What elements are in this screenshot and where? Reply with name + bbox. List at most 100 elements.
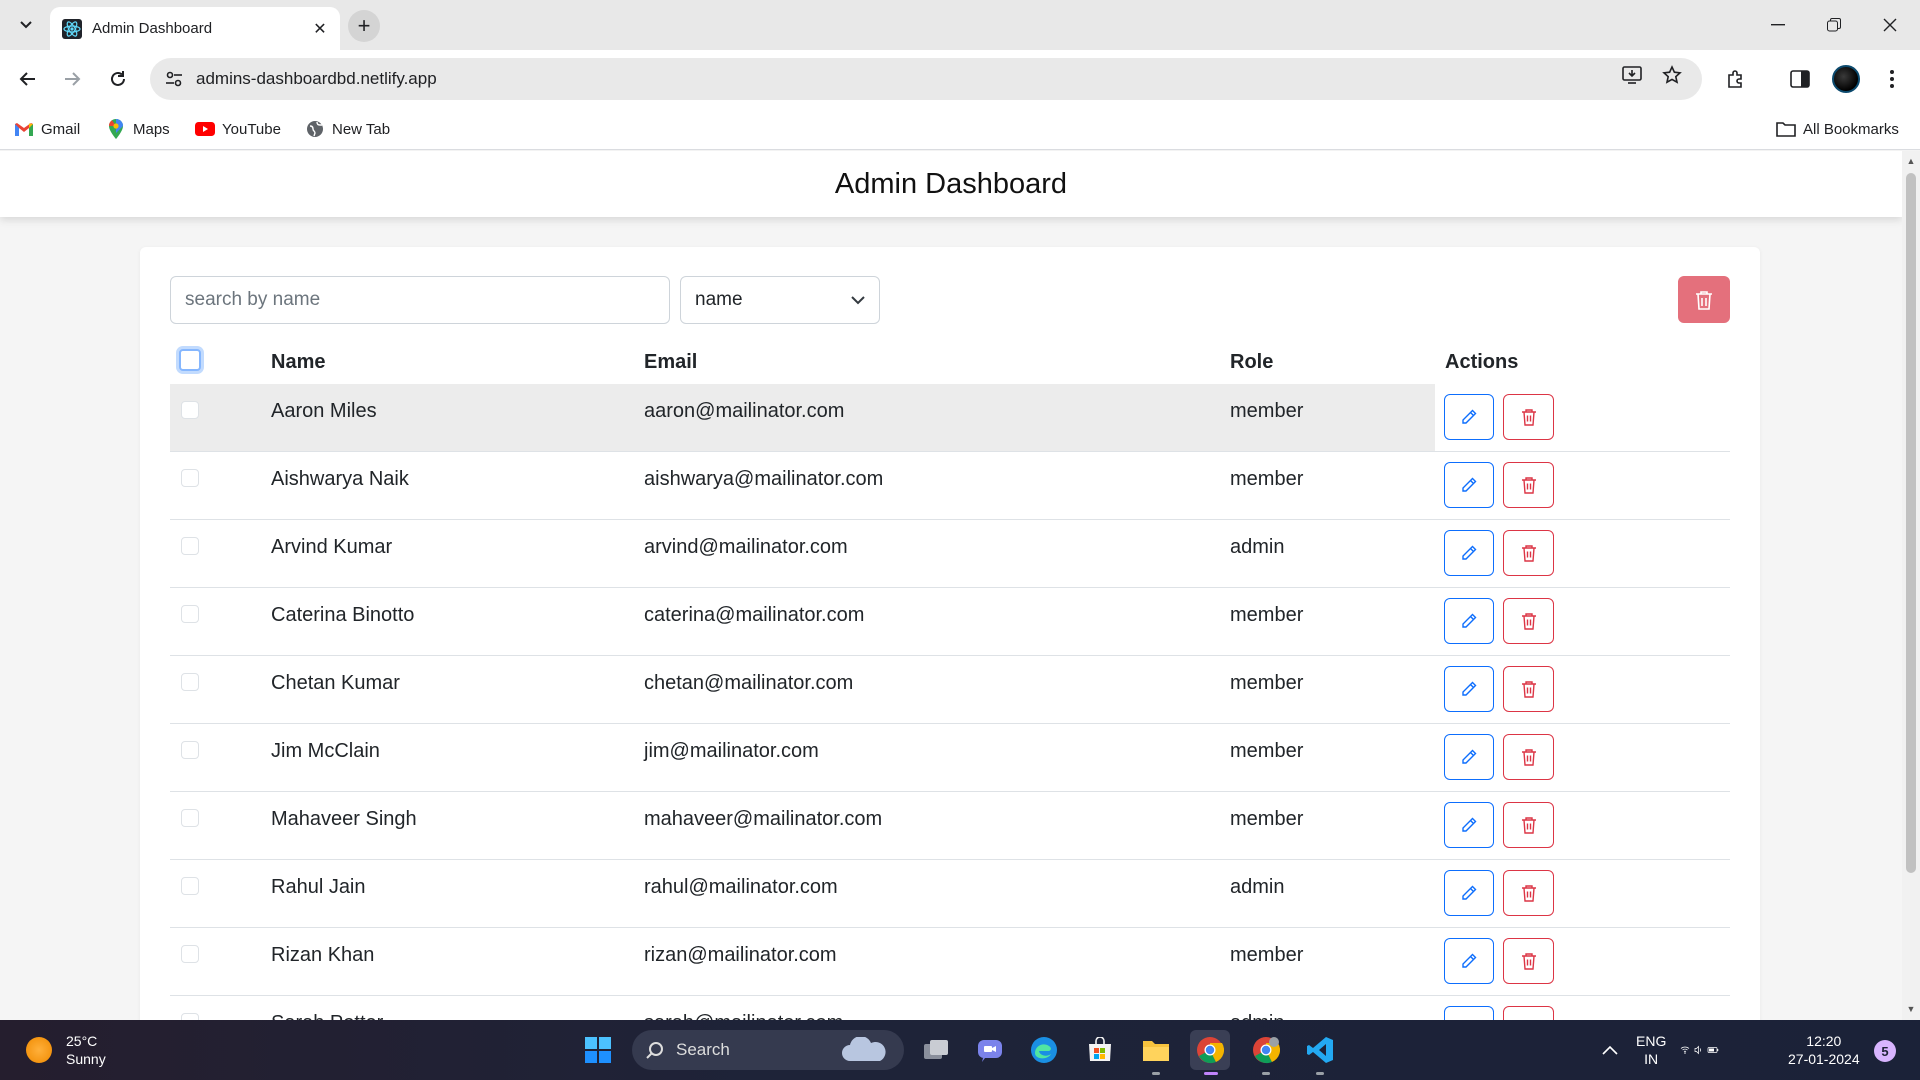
address-bar[interactable]: admins-dashboardbd.netlify.app	[150, 58, 1702, 100]
search-input[interactable]	[170, 276, 670, 324]
site-info-icon[interactable]	[154, 59, 194, 99]
delete-user-button[interactable]	[1503, 1006, 1554, 1020]
youtube-icon	[195, 119, 215, 139]
edit-user-button[interactable]	[1444, 870, 1494, 916]
back-button[interactable]	[12, 63, 44, 95]
reload-button[interactable]	[102, 63, 134, 95]
chrome-profile-button[interactable]	[1246, 1030, 1286, 1070]
delete-user-button[interactable]	[1503, 870, 1554, 916]
filter-select[interactable]: name	[680, 276, 880, 324]
restore-icon	[1827, 18, 1841, 32]
restore-button[interactable]	[1806, 0, 1862, 50]
edit-user-button[interactable]	[1444, 462, 1494, 508]
bookmark-youtube[interactable]: YouTube	[195, 116, 281, 142]
row-select-checkbox[interactable]	[181, 605, 199, 623]
edit-user-button[interactable]	[1444, 394, 1494, 440]
edit-user-button[interactable]	[1444, 802, 1494, 848]
edit-user-button[interactable]	[1444, 938, 1494, 984]
profile-avatar[interactable]	[1832, 65, 1860, 93]
column-header-email[interactable]: Email	[644, 351, 697, 374]
new-tab-button[interactable]: +	[348, 10, 380, 42]
column-header-role[interactable]: Role	[1230, 351, 1273, 374]
table-row[interactable]: Jim McClain jim@mailinator.com member	[170, 724, 1730, 792]
vscode-icon	[1307, 1037, 1333, 1063]
all-bookmarks-button[interactable]: All Bookmarks	[1776, 116, 1899, 142]
select-all-checkbox[interactable]	[179, 349, 201, 371]
bookmark-star-button[interactable]	[1656, 59, 1688, 91]
forward-button[interactable]	[56, 63, 88, 95]
delete-user-button[interactable]	[1503, 462, 1554, 508]
chrome-button-active[interactable]	[1190, 1030, 1230, 1070]
edit-user-button[interactable]	[1444, 1006, 1494, 1020]
delete-user-button[interactable]	[1503, 530, 1554, 576]
table-row[interactable]: Rahul Jain rahul@mailinator.com admin	[170, 860, 1730, 928]
quick-settings-button[interactable]	[1680, 1030, 1720, 1070]
browser-menu-button[interactable]	[1876, 63, 1908, 95]
row-select-checkbox[interactable]	[181, 1013, 199, 1020]
minimize-button[interactable]	[1750, 0, 1806, 50]
edit-user-button[interactable]	[1444, 666, 1494, 712]
delete-user-button[interactable]	[1503, 598, 1554, 644]
install-app-button[interactable]	[1616, 59, 1648, 91]
table-row[interactable]: Rizan Khan rizan@mailinator.com member	[170, 928, 1730, 996]
browser-tab-active[interactable]: Admin Dashboard ✕	[50, 7, 340, 50]
table-row[interactable]: Sarah Potter sarah@mailinator.com admin	[170, 996, 1730, 1020]
table-header: Name Email Role Actions	[170, 343, 1730, 383]
delete-selected-button[interactable]	[1678, 276, 1730, 323]
delete-user-button[interactable]	[1503, 734, 1554, 780]
close-window-button[interactable]	[1862, 0, 1918, 50]
delete-user-button[interactable]	[1503, 938, 1554, 984]
row-select-checkbox[interactable]	[181, 401, 199, 419]
tab-search-button[interactable]	[12, 11, 40, 39]
delete-user-button[interactable]	[1503, 666, 1554, 712]
row-select-checkbox[interactable]	[181, 537, 199, 555]
edit-user-button[interactable]	[1444, 530, 1494, 576]
globe-icon	[305, 119, 325, 139]
notification-badge[interactable]: 5	[1874, 1040, 1896, 1062]
edge-button[interactable]	[1024, 1030, 1064, 1070]
edit-user-button[interactable]	[1444, 734, 1494, 780]
task-view-button[interactable]	[916, 1030, 956, 1070]
region-code: IN	[1644, 1051, 1659, 1067]
row-select-checkbox[interactable]	[181, 741, 199, 759]
more-vertical-icon	[1890, 70, 1894, 88]
clock[interactable]: 12:20 27-01-2024	[1788, 1032, 1860, 1068]
teams-chat-button[interactable]	[970, 1030, 1010, 1070]
minimize-icon	[1771, 24, 1785, 26]
delete-user-button[interactable]	[1503, 802, 1554, 848]
table-row[interactable]: Chetan Kumar chetan@mailinator.com member	[170, 656, 1730, 724]
row-select-checkbox[interactable]	[181, 809, 199, 827]
bookmark-label: Gmail	[41, 120, 81, 138]
table-row[interactable]: Arvind Kumar arvind@mailinator.com admin	[170, 520, 1730, 588]
vscode-button[interactable]	[1300, 1030, 1340, 1070]
table-row[interactable]: Mahaveer Singh mahaveer@mailinator.com mem…	[170, 792, 1730, 860]
extensions-button[interactable]	[1720, 63, 1752, 95]
tab-close-icon[interactable]: ✕	[306, 15, 334, 43]
taskbar-search[interactable]: Search	[632, 1030, 904, 1070]
row-select-checkbox[interactable]	[181, 945, 199, 963]
user-email: aaron@mailinator.com	[644, 400, 845, 422]
row-select-checkbox[interactable]	[181, 469, 199, 487]
file-explorer-button[interactable]	[1136, 1030, 1176, 1070]
table-row[interactable]: Caterina Binotto caterina@mailinator.com m…	[170, 588, 1730, 656]
table-row[interactable]: Aishwarya Naik aishwarya@mailinator.com me…	[170, 452, 1730, 520]
row-select-checkbox[interactable]	[181, 877, 199, 895]
delete-user-button[interactable]	[1503, 394, 1554, 440]
weather-widget[interactable]: 25°C Sunny	[26, 1032, 106, 1068]
table-row[interactable]: Aaron Miles aaron@mailinator.com member	[170, 384, 1730, 452]
bookmark-new-tab[interactable]: New Tab	[305, 116, 390, 142]
scrollbar-thumb[interactable]	[1906, 173, 1916, 873]
start-button[interactable]	[578, 1030, 618, 1070]
edit-user-button[interactable]	[1444, 598, 1494, 644]
scroll-down-icon[interactable]: ▼	[1902, 1001, 1920, 1017]
side-panel-button[interactable]	[1784, 63, 1816, 95]
column-header-name[interactable]: Name	[271, 351, 325, 374]
language-indicator[interactable]: ENG IN	[1636, 1032, 1666, 1068]
bookmark-gmail[interactable]: Gmail	[14, 116, 80, 142]
scroll-up-icon[interactable]: ▲	[1902, 153, 1920, 169]
bookmark-maps[interactable]: Maps	[106, 116, 170, 142]
row-select-checkbox[interactable]	[181, 673, 199, 691]
page-scrollbar[interactable]: ▲ ▼	[1902, 151, 1920, 1020]
show-hidden-icons-button[interactable]	[1590, 1030, 1630, 1070]
microsoft-store-button[interactable]	[1080, 1030, 1120, 1070]
